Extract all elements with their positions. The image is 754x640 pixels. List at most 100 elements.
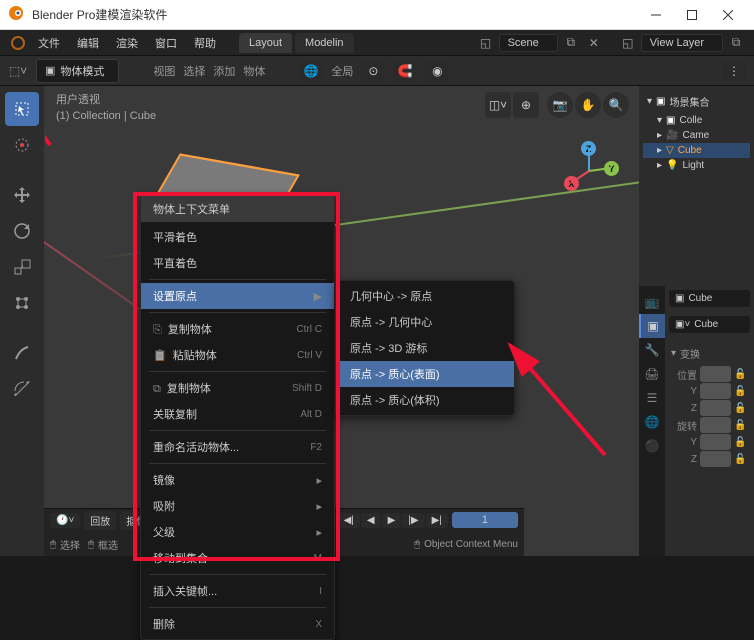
vp-options-icon[interactable]: ◫˅ — [485, 92, 511, 118]
rotate-tool[interactable] — [5, 214, 39, 248]
lock-icon[interactable]: 🔓 — [734, 420, 750, 431]
navigation-gizmo[interactable]: Z Y X — [559, 141, 619, 201]
menu-file[interactable]: 文件 — [31, 32, 67, 54]
move-tool[interactable] — [5, 178, 39, 212]
layer-browse-icon[interactable]: ◱ — [618, 33, 638, 53]
ctx-insert-keyframe[interactable]: 插入关键帧...I — [141, 578, 334, 604]
layer-copy-icon[interactable]: ⧉ — [726, 33, 746, 53]
blender-icon[interactable] — [8, 33, 28, 53]
header-view[interactable]: 视图 — [153, 63, 175, 79]
outliner-item-light[interactable]: ▸ 💡 Light — [643, 158, 750, 173]
play-rev-button[interactable]: ◀ — [361, 513, 381, 528]
ctx-snap[interactable]: 吸附▸ — [141, 493, 334, 519]
proportional-icon[interactable]: ◉ — [425, 61, 449, 81]
workspace-tab-layout[interactable]: Layout — [239, 33, 292, 53]
ctx-shade-flat[interactable]: 平直着色 — [141, 250, 334, 276]
prop-object-name[interactable]: ▣ Cube — [669, 290, 750, 307]
annotate-tool[interactable] — [5, 336, 39, 370]
outliner-header[interactable]: ▾ ▣ 场景集合 — [643, 90, 750, 113]
ctx-paste[interactable]: 📋粘贴物体Ctrl V — [141, 342, 334, 368]
ctx-move-collection[interactable]: 移动到集合M — [141, 545, 334, 571]
shortcut-label: M — [314, 553, 322, 564]
prop-tab-layer[interactable]: ☰ — [639, 386, 665, 410]
ctx-copy[interactable]: ⎘复制物体Ctrl C — [141, 316, 334, 342]
rot-z-field[interactable] — [700, 451, 731, 467]
ctx-parent[interactable]: 父级▸ — [141, 519, 334, 545]
scale-tool[interactable] — [5, 250, 39, 284]
tool-pin-icon[interactable]: ⋮ — [722, 61, 746, 81]
timeline-editor-icon[interactable]: 🕐˅ — [50, 513, 80, 528]
snap-icon[interactable]: 🧲 — [393, 61, 417, 81]
prop-tab-output[interactable]: 🖨 — [639, 362, 665, 386]
sub-origin-to-geom[interactable]: 原点 -> 几何中心 — [336, 309, 514, 335]
vp-camera-icon[interactable]: 📷 — [547, 92, 573, 118]
header-select[interactable]: 选择 — [183, 63, 205, 79]
prop-tab-world[interactable]: ⚫ — [639, 434, 665, 458]
sub-origin-to-com-volume[interactable]: 原点 -> 质心(体积) — [336, 387, 514, 413]
mode-selector[interactable]: ▣ 物体模式 — [36, 59, 119, 83]
scene-selector[interactable]: Scene — [499, 34, 558, 52]
pivot-icon[interactable]: ⊙ — [361, 61, 385, 81]
transform-section-header[interactable]: ▾ 变换 — [669, 342, 750, 365]
menu-help[interactable]: 帮助 — [187, 32, 223, 54]
loc-y-field[interactable] — [700, 383, 731, 399]
sub-geom-to-origin[interactable]: 几何中心 -> 原点 — [336, 283, 514, 309]
loc-x-field[interactable] — [700, 366, 731, 382]
transform-tool[interactable] — [5, 286, 39, 320]
vp-pan-icon[interactable]: ✋ — [575, 92, 601, 118]
header-object[interactable]: 物体 — [243, 63, 265, 79]
prop-tab-modifier[interactable]: 🔧 — [639, 338, 665, 362]
jump-end-button[interactable]: ▶| — [426, 513, 448, 528]
window-minimize-button[interactable] — [638, 1, 674, 29]
lock-icon[interactable]: 🔓 — [734, 454, 750, 465]
cursor-tool[interactable] — [5, 128, 39, 162]
ctx-delete[interactable]: 删除X — [141, 611, 334, 637]
menu-edit[interactable]: 编辑 — [70, 32, 106, 54]
prev-key-button[interactable]: ◀| — [338, 513, 360, 528]
window-maximize-button[interactable] — [674, 1, 710, 29]
rot-x-field[interactable] — [700, 417, 731, 433]
prop-tab-object[interactable]: ▣ — [639, 314, 665, 338]
select-box-tool[interactable] — [5, 92, 39, 126]
rot-y-field[interactable] — [700, 434, 731, 450]
ctx-mirror[interactable]: 镜像▸ — [141, 467, 334, 493]
header-add[interactable]: 添加 — [213, 63, 235, 79]
editor-type-icon[interactable]: ⬚˅ — [8, 61, 28, 81]
layer-selector[interactable]: View Layer — [641, 34, 723, 52]
next-key-button[interactable]: |▶ — [402, 513, 424, 528]
current-frame[interactable]: 1 — [452, 512, 518, 528]
chevron-right-icon: ▸ — [316, 526, 322, 539]
ctx-linked-duplicate[interactable]: 关联复制Alt D — [141, 401, 334, 427]
prop-tab-scene[interactable]: 🌐 — [639, 410, 665, 434]
window-close-button[interactable] — [710, 1, 746, 29]
prop-tab-render[interactable]: 📺 — [639, 290, 665, 314]
ctx-duplicate[interactable]: ⧉复制物体Shift D — [141, 375, 334, 401]
outliner-item-cube[interactable]: ▸ ▽ Cube — [643, 143, 750, 158]
outliner-item-collection[interactable]: ▾ ▣ Colle — [643, 113, 750, 128]
vp-zoom-icon[interactable]: 🔍 — [603, 92, 629, 118]
sub-origin-to-cursor[interactable]: 原点 -> 3D 游标 — [336, 335, 514, 361]
orientation-icon[interactable]: 🌐 — [299, 61, 323, 81]
scene-browse-icon[interactable]: ◱ — [476, 33, 496, 53]
outliner-item-camera[interactable]: ▸ 🎥 Came — [643, 128, 750, 143]
scene-close-icon[interactable]: ✕ — [584, 33, 604, 53]
ctx-rename[interactable]: 重命名活动物体...F2 — [141, 434, 334, 460]
orientation-label[interactable]: 全局 — [331, 63, 353, 79]
ctx-shade-smooth[interactable]: 平滑着色 — [141, 224, 334, 250]
workspace-tab-modeling[interactable]: Modelin — [295, 33, 354, 53]
measure-tool[interactable] — [5, 372, 39, 406]
lock-icon[interactable]: 🔓 — [734, 403, 750, 414]
scene-copy-icon[interactable]: ⧉ — [561, 33, 581, 53]
vp-gizmo-icon[interactable]: ⊕ — [513, 92, 539, 118]
loc-z-field[interactable] — [700, 400, 731, 416]
lock-icon[interactable]: 🔓 — [734, 437, 750, 448]
lock-icon[interactable]: 🔓 — [734, 369, 750, 380]
menu-render[interactable]: 渲染 — [109, 32, 145, 54]
ctx-set-origin[interactable]: 设置原点▶ — [141, 283, 334, 309]
menu-window[interactable]: 窗口 — [148, 32, 184, 54]
play-button[interactable]: ▶ — [382, 513, 402, 528]
playback-menu[interactable]: 回放 — [84, 511, 116, 530]
lock-icon[interactable]: 🔓 — [734, 386, 750, 397]
prop-data-name[interactable]: ▣˅ Cube — [669, 316, 750, 333]
sub-origin-to-com-surface[interactable]: 原点 -> 质心(表面) — [336, 361, 514, 387]
